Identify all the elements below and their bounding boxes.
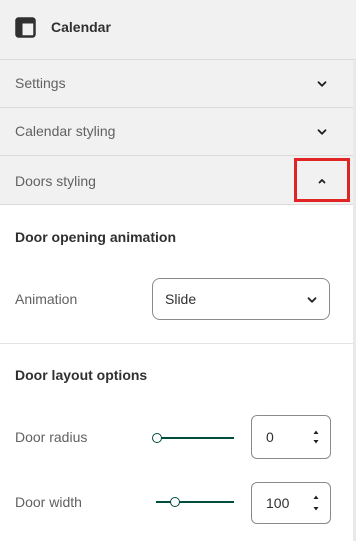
slider-thumb[interactable]: [152, 433, 162, 443]
door-radius-slider[interactable]: [152, 432, 234, 444]
panel-header: Calendar: [0, 0, 356, 60]
stepper-down-icon[interactable]: [312, 438, 320, 446]
door-layout-title: Door layout options: [15, 367, 148, 383]
door-radius-input[interactable]: 0: [251, 415, 331, 459]
door-radius-label: Door radius: [15, 429, 88, 445]
door-width-value: 100: [266, 495, 290, 511]
chevron-down-icon[interactable]: [316, 78, 328, 90]
stepper-down-icon[interactable]: [312, 505, 320, 513]
section-label: Settings: [15, 75, 66, 91]
slider-thumb[interactable]: [170, 497, 180, 507]
stepper-up-icon[interactable]: [312, 493, 320, 501]
section-calendar-styling[interactable]: Calendar styling: [0, 108, 353, 156]
slider-track: [156, 501, 234, 503]
highlight-box: [294, 158, 350, 202]
door-width-input[interactable]: 100: [251, 482, 331, 524]
section-settings[interactable]: Settings: [0, 60, 353, 108]
slider-track: [156, 437, 234, 439]
door-opening-title: Door opening animation: [15, 229, 176, 245]
door-width-slider[interactable]: [152, 496, 234, 508]
stepper-up-icon[interactable]: [312, 428, 320, 436]
animation-select-value: Slide: [165, 291, 197, 307]
chevron-down-icon[interactable]: [316, 126, 328, 138]
section-label: Calendar styling: [15, 123, 116, 139]
section-label: Doors styling: [15, 173, 96, 189]
layout-icon: [15, 17, 36, 38]
chevron-down-icon: [307, 297, 317, 303]
divider: [0, 343, 353, 344]
door-width-label: Door width: [15, 494, 82, 510]
animation-label: Animation: [15, 291, 78, 307]
animation-select[interactable]: Slide: [152, 278, 330, 320]
door-radius-value: 0: [266, 429, 274, 445]
panel-title: Calendar: [51, 19, 111, 35]
